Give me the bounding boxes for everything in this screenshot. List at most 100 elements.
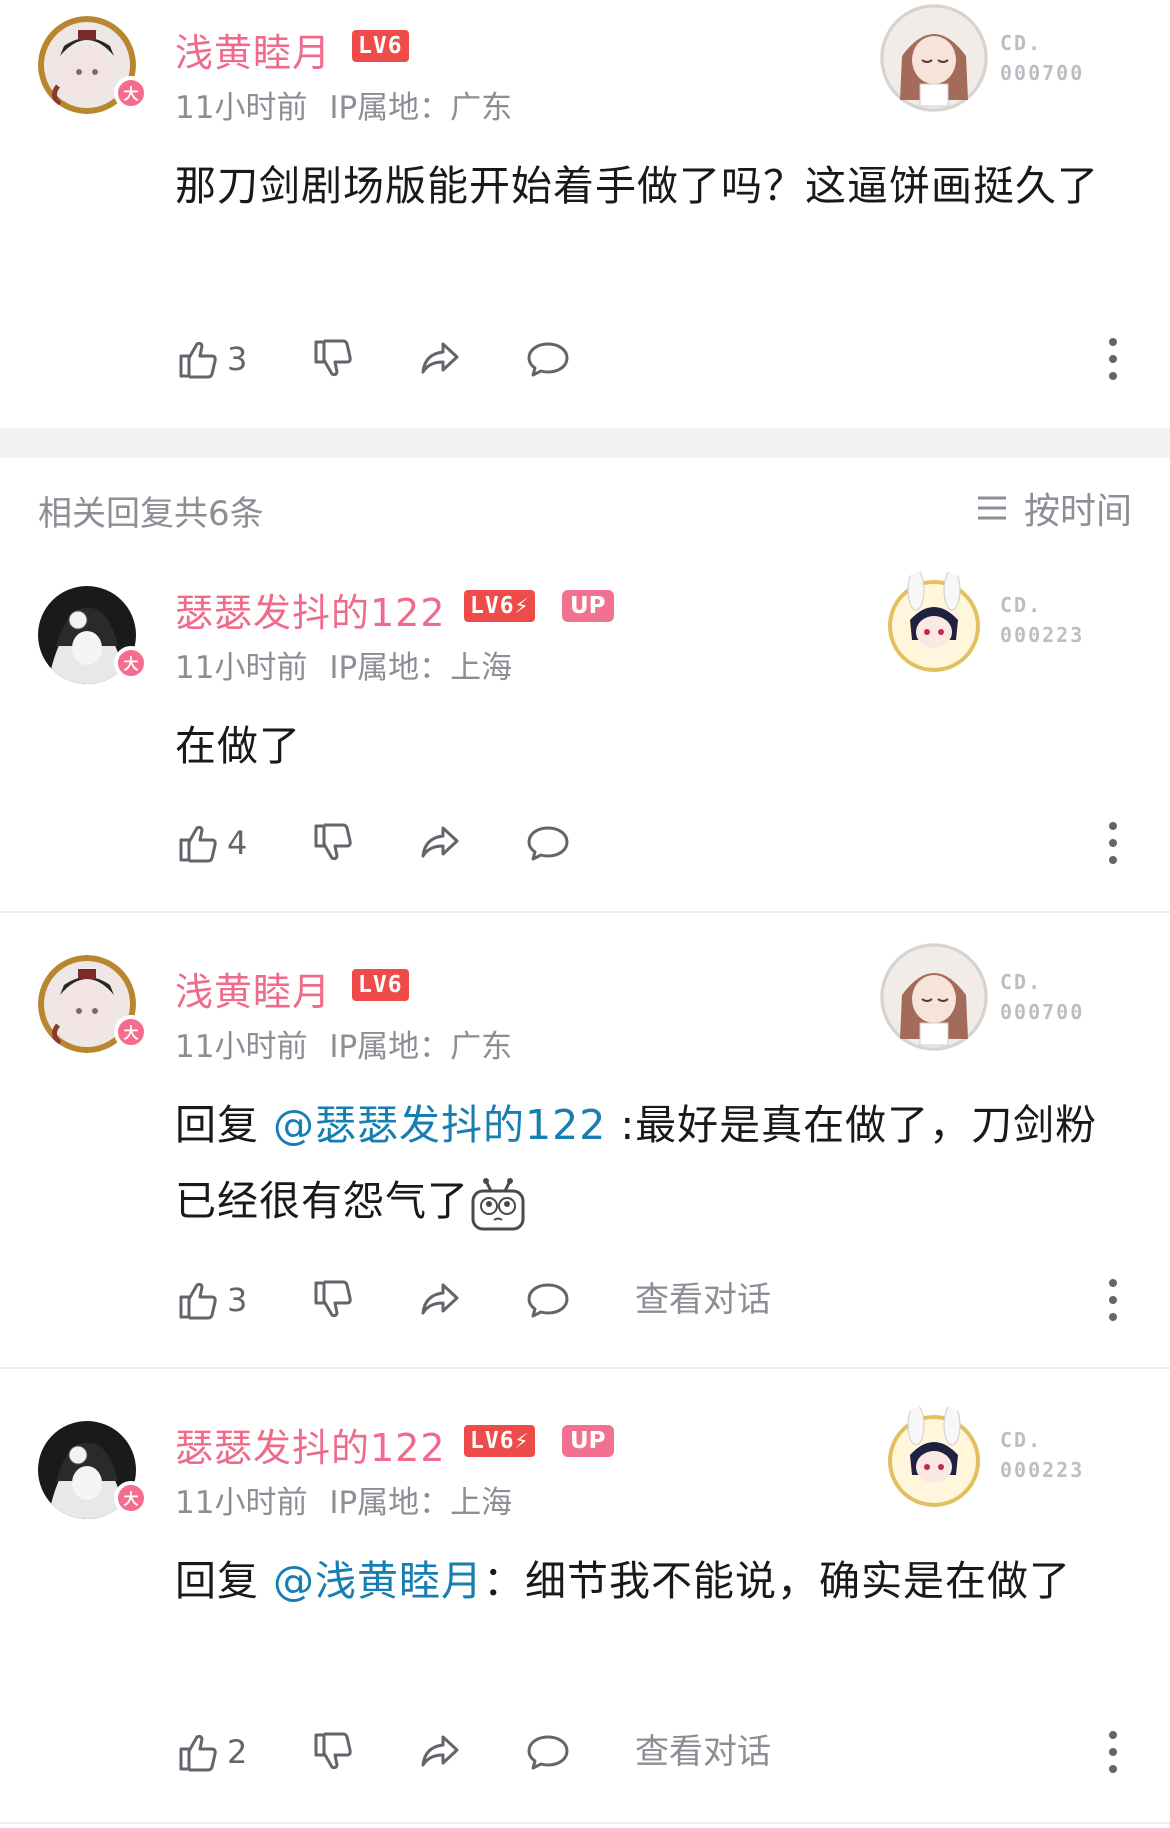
share-button[interactable]: [417, 818, 463, 868]
like-icon: [179, 1282, 217, 1320]
level-badge: LV6⚡: [464, 590, 536, 622]
vip-badge: 大: [114, 646, 148, 680]
lightning-icon: ⚡: [514, 593, 530, 619]
level-badge: LV6⚡: [464, 1425, 536, 1457]
reply-prefix: 回复: [175, 1557, 274, 1605]
dislike-icon: [314, 1732, 352, 1770]
divider: [0, 1367, 1170, 1369]
reply-icon: [527, 1283, 569, 1318]
fan-card-number: CD. 000700: [1000, 31, 1085, 85]
comment-meta: 11小时前 IP属地：广东: [175, 82, 512, 127]
more-icon[interactable]: [1105, 820, 1121, 866]
like-icon: [179, 341, 217, 379]
fan-card-number: CD. 000223: [1000, 1428, 1085, 1482]
sort-icon: [977, 496, 1006, 520]
reply-prefix: 回复: [175, 1101, 274, 1149]
reply-button[interactable]: [525, 818, 571, 868]
more-icon[interactable]: [1105, 1277, 1121, 1323]
like-button[interactable]: 2: [175, 1727, 247, 1777]
ip-location: IP属地：上海: [329, 1485, 513, 1521]
like-count: 3: [227, 340, 248, 378]
comment-meta: 11小时前 IP属地：上海: [175, 1477, 512, 1522]
username[interactable]: 瑟瑟发抖的122: [175, 582, 446, 637]
share-button[interactable]: [417, 334, 463, 384]
reply-icon: [527, 1735, 569, 1770]
like-count: 4: [227, 824, 248, 862]
share-icon: [421, 342, 459, 374]
like-count: 2: [227, 1733, 248, 1771]
lightning-icon: ⚡: [514, 1428, 530, 1454]
up-badge: UP: [562, 590, 614, 622]
reply-icon: [527, 826, 569, 861]
like-count: 3: [227, 1281, 248, 1319]
username[interactable]: 瑟瑟发抖的122: [175, 1417, 446, 1472]
sort-label: 按时间: [1023, 491, 1132, 532]
comment-text: 在做了: [175, 722, 301, 770]
reply-button[interactable]: [525, 1727, 571, 1777]
comment-text: 那刀剑剧场版能开始着手做了吗？这逼饼画挺久了: [175, 162, 1099, 210]
vip-badge: 大: [114, 76, 148, 110]
ip-location: IP属地：广东: [329, 90, 513, 126]
like-icon: [179, 825, 217, 863]
share-icon: [421, 1283, 459, 1315]
fan-card-number: CD. 000700: [1000, 970, 1085, 1024]
reply-button[interactable]: [525, 1275, 571, 1325]
share-button[interactable]: [417, 1275, 463, 1325]
reply-icon: [527, 342, 569, 377]
like-icon: [179, 1734, 217, 1772]
more-icon[interactable]: [1105, 1729, 1121, 1775]
more-icon[interactable]: [1105, 336, 1121, 382]
fan-card-avatar[interactable]: [880, 1405, 988, 1513]
dislike-button[interactable]: [310, 818, 356, 868]
like-button[interactable]: 4: [175, 818, 247, 868]
reply-button[interactable]: [525, 334, 571, 384]
replies-count-header: 相关回复共6条: [38, 494, 264, 534]
mention-link[interactable]: @瑟瑟发抖的122: [273, 1101, 606, 1149]
comment-actions: 4: [175, 818, 1135, 868]
ip-location: IP属地：上海: [329, 650, 513, 686]
dislike-button[interactable]: [310, 1727, 356, 1777]
dislike-icon: [314, 823, 352, 861]
comment-text: 回复 @浅黄睦月：细节我不能说，确实是在做了: [175, 1543, 1125, 1619]
avatar[interactable]: 大: [38, 16, 148, 114]
share-button[interactable]: [417, 1727, 463, 1777]
like-button[interactable]: 3: [175, 1275, 247, 1325]
dislike-button[interactable]: [310, 1275, 356, 1325]
comment-text: 回复 @瑟瑟发抖的122 :最好是真在做了，刀剑粉已经很有怨气了: [175, 1087, 1125, 1239]
vip-badge: 大: [114, 1015, 148, 1049]
like-button[interactable]: 3: [175, 334, 247, 384]
divider: [0, 911, 1170, 913]
view-conversation-link[interactable]: 查看对话: [635, 1275, 771, 1325]
section-gap: [0, 428, 1170, 458]
comment-meta: 11小时前 IP属地：广东: [175, 1021, 512, 1066]
dislike-button[interactable]: [310, 334, 356, 384]
fan-card-avatar[interactable]: [880, 4, 988, 112]
view-conversation-link[interactable]: 查看对话: [635, 1727, 771, 1777]
comment-actions: 3 查看对话: [175, 1275, 1135, 1325]
share-icon: [421, 826, 459, 858]
username[interactable]: 浅黄睦月: [175, 961, 331, 1016]
timestamp: 11小时前: [175, 1029, 308, 1065]
up-badge: UP: [562, 1425, 614, 1457]
username[interactable]: 浅黄睦月: [175, 22, 331, 77]
comment-meta: 11小时前 IP属地：上海: [175, 642, 512, 687]
avatar[interactable]: 大: [38, 586, 148, 684]
fan-card-avatar[interactable]: [880, 570, 988, 678]
timestamp: 11小时前: [175, 650, 308, 686]
share-icon: [421, 1735, 459, 1767]
tv-emoji-icon: [471, 1178, 525, 1231]
sort-toggle[interactable]: 按时间: [974, 482, 1132, 534]
timestamp: 11小时前: [175, 1485, 308, 1521]
fan-card-avatar[interactable]: [880, 943, 988, 1051]
timestamp: 11小时前: [175, 90, 308, 126]
comment-actions: 2 查看对话: [175, 1727, 1135, 1777]
level-badge: LV6: [352, 969, 409, 1001]
avatar[interactable]: 大: [38, 955, 148, 1053]
fan-card-number: CD. 000223: [1000, 593, 1085, 647]
level-badge: LV6: [352, 30, 409, 62]
mention-link[interactable]: @浅黄睦月: [273, 1557, 483, 1605]
divider: [0, 1822, 1170, 1824]
ip-location: IP属地：广东: [329, 1029, 513, 1065]
avatar[interactable]: 大: [38, 1421, 148, 1519]
comment-actions: 3: [175, 334, 1135, 384]
